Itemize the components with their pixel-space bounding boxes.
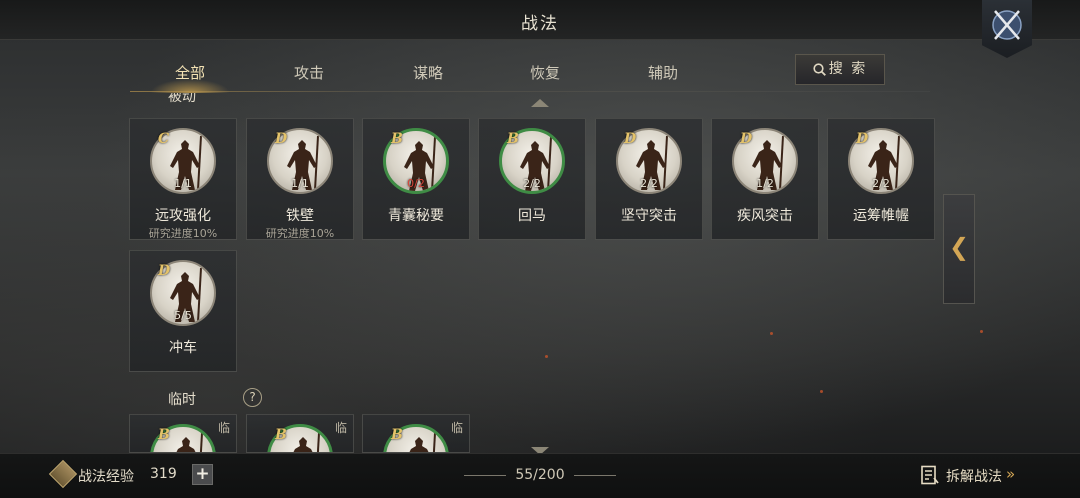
temporary-tactic-card[interactable]: B临 xyxy=(362,414,470,453)
decompose-label: 拆解战法 xyxy=(946,469,1002,485)
ember-particle xyxy=(980,330,983,333)
tactic-name: 回马 xyxy=(518,208,546,224)
tab-attack[interactable]: 攻击 xyxy=(264,55,354,91)
tactic-name: 疾风突击 xyxy=(737,208,793,224)
tactic-grade: B xyxy=(391,427,403,443)
tactic-name: 青囊秘要 xyxy=(388,208,444,224)
tactic-grade: B xyxy=(158,427,170,443)
tactic-name: 远攻强化 xyxy=(155,208,211,224)
tactic-count: 2/2 xyxy=(640,177,658,190)
tactic-card[interactable]: D 5/5 冲车 xyxy=(129,250,237,372)
tab-recovery[interactable]: 恢复 xyxy=(500,55,590,91)
tactic-name: 坚守突击 xyxy=(621,208,677,224)
research-progress: 研究进度10% xyxy=(265,227,335,240)
tactic-grade: B xyxy=(507,131,519,147)
temporary-tag: 临 xyxy=(217,421,230,435)
tactic-name: 运筹帷幄 xyxy=(853,208,909,224)
ember-particle xyxy=(820,390,823,393)
document-list-icon xyxy=(921,465,939,485)
tactic-card[interactable]: B 0/2 青囊秘要 xyxy=(362,118,470,240)
tactic-exp-value: 319 xyxy=(150,466,177,482)
tab-support[interactable]: 辅助 xyxy=(618,55,708,91)
tactic-grade: C xyxy=(158,131,170,147)
double-chevron-right-icon: » xyxy=(1006,465,1016,483)
chevron-left-icon: ❮ xyxy=(948,233,970,261)
section-passive-label: 被动 xyxy=(168,93,196,105)
temporary-tag: 临 xyxy=(450,421,463,435)
tactic-exp-label: 战法经验 xyxy=(78,469,134,485)
ember-particle xyxy=(770,332,773,335)
scroll-up-icon xyxy=(531,99,549,107)
section-temporary-label: 临时 xyxy=(168,392,196,408)
research-progress: 研究进度10% xyxy=(148,227,218,240)
tactic-card[interactable]: B 2/2 回马 xyxy=(478,118,586,240)
tactic-grade: B xyxy=(275,427,287,443)
temporary-tactic-card[interactable]: B临 xyxy=(246,414,354,453)
tactic-capacity: 55/200 xyxy=(515,467,565,483)
tactic-count: 1/1 xyxy=(291,177,309,190)
tactic-grade: B xyxy=(391,131,403,147)
tactic-count: 2/2 xyxy=(872,177,890,190)
help-icon[interactable]: ? xyxy=(243,388,262,407)
tactic-grade: D xyxy=(275,131,288,147)
tactic-count: 0/2 xyxy=(407,177,425,190)
page-title: 战法 xyxy=(521,14,559,34)
tactic-card[interactable]: D 2/2 运筹帷幄 xyxy=(827,118,935,240)
side-panel-toggle[interactable]: ❮ xyxy=(943,194,975,304)
search-button[interactable]: 搜 索 xyxy=(795,54,885,85)
divider-left xyxy=(464,475,506,476)
tactic-card[interactable]: C 1/1 远攻强化研究进度10% xyxy=(129,118,237,240)
tactic-count: 2/2 xyxy=(523,177,541,190)
temporary-tactic-card[interactable]: B临 xyxy=(129,414,237,453)
add-exp-button[interactable]: + xyxy=(192,464,213,485)
tactic-grade: D xyxy=(158,263,171,279)
tactic-grade: D xyxy=(856,131,869,147)
divider-right xyxy=(574,475,616,476)
tactic-count: 5/5 xyxy=(174,309,192,322)
temporary-tag: 临 xyxy=(334,421,347,435)
search-label: 搜 索 xyxy=(828,61,868,77)
tactic-card[interactable]: D 2/2 坚守突击 xyxy=(595,118,703,240)
tactic-name: 冲车 xyxy=(169,340,197,356)
tactic-count: 1/1 xyxy=(174,177,192,190)
tab-all[interactable]: 全部 xyxy=(145,55,235,93)
tactic-name: 铁壁 xyxy=(286,208,314,224)
crossed-swords-icon xyxy=(992,10,1022,40)
tactic-card[interactable]: D 1/2 疾风突击 xyxy=(711,118,819,240)
ember-particle xyxy=(545,355,548,358)
tactic-card[interactable]: D 1/1 铁壁研究进度10% xyxy=(246,118,354,240)
tactic-grade: D xyxy=(740,131,753,147)
tabs-divider xyxy=(130,91,930,92)
title-bar: 战法 xyxy=(0,0,1080,40)
search-icon xyxy=(813,63,826,76)
tactic-grade: D xyxy=(624,131,637,147)
tab-strategy[interactable]: 谋略 xyxy=(383,55,473,91)
tactic-count: 1/2 xyxy=(756,177,774,190)
